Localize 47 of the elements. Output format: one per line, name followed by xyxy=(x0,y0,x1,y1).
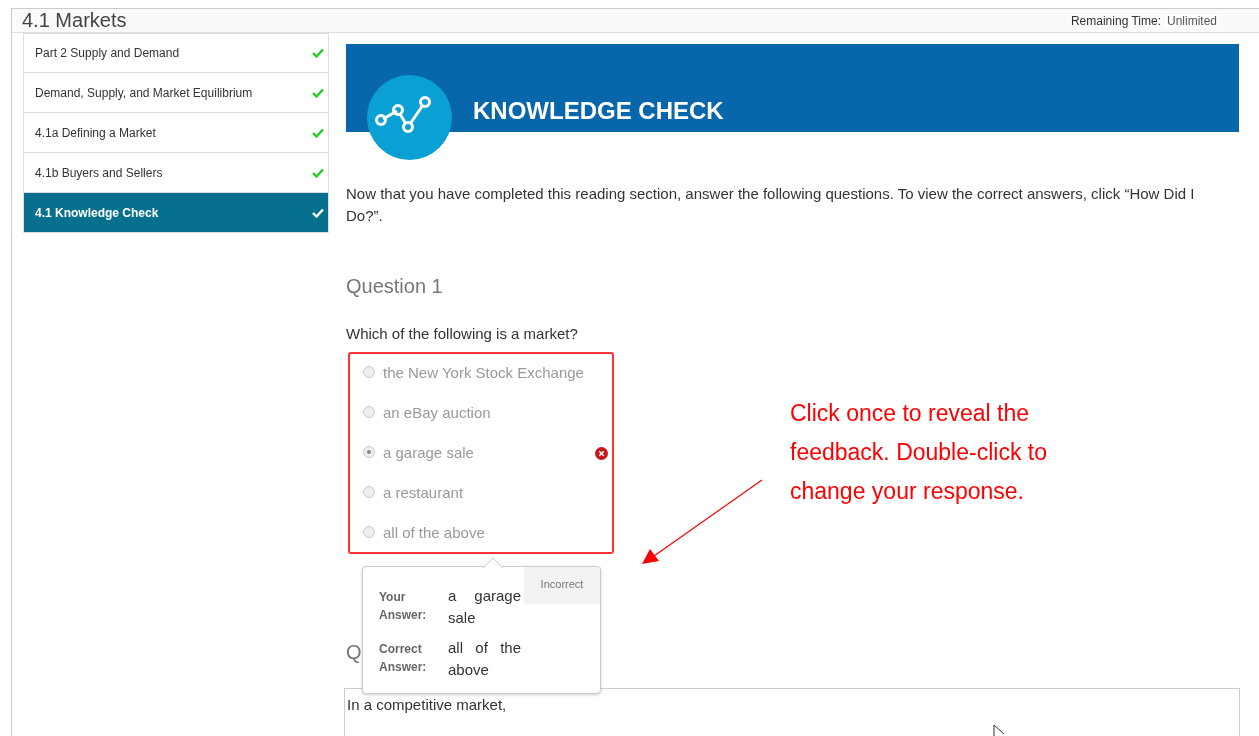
answer-option[interactable]: the New York Stock Exchange xyxy=(350,352,612,392)
page-title: 4.1 Markets xyxy=(22,9,127,32)
answer-option[interactable]: all of the above xyxy=(350,512,612,552)
remaining-time-label: Remaining Time: xyxy=(1070,13,1161,28)
sidebar-item[interactable]: Part 2 Supply and Demand xyxy=(23,33,329,73)
question-text: In a competitive market, xyxy=(347,695,508,715)
line-graph-icon xyxy=(367,75,452,160)
checkmark-icon xyxy=(312,127,324,138)
answer-option[interactable]: an eBay auction xyxy=(350,392,612,432)
question-heading: Question 1 xyxy=(346,274,443,298)
radio-button[interactable] xyxy=(363,486,375,498)
option-label: a restaurant xyxy=(383,483,464,501)
feedback-label: Correct Answer: xyxy=(379,641,428,676)
intro-text: Now that you have completed this reading section, answer the following questions. To view the correct answers, click “How Did I Do?”. xyxy=(346,184,1196,226)
sidebar-item-label: Part 2 Supply and Demand xyxy=(35,46,180,60)
cursor-icon xyxy=(993,724,1005,736)
banner-title: KNOWLEDGE CHECK xyxy=(473,96,724,126)
sidebar-item[interactable]: 4.1 Knowledge Check xyxy=(23,193,329,233)
annotation-text: Click once to reveal the feedback. Double-click to change your response. xyxy=(790,399,1048,506)
sidebar-item-label: 4.1a Defining a Market xyxy=(35,125,156,140)
option-label: a garage sale xyxy=(383,443,474,461)
feedback-value: all of the above xyxy=(448,638,521,680)
checkmark-icon xyxy=(312,207,324,218)
radio-button[interactable] xyxy=(363,406,375,418)
sidebar-item-label: Demand, Supply, and Market Equilibrium xyxy=(35,85,253,100)
sidebar-item[interactable]: 4.1b Buyers and Sellers xyxy=(23,153,329,193)
option-label: an eBay auction xyxy=(383,403,491,421)
option-label: the New York Stock Exchange xyxy=(383,363,584,381)
remaining-time-value: Unlimited xyxy=(1165,13,1219,28)
checkmark-icon xyxy=(312,48,324,58)
sidebar-item-label: 4.1 Knowledge Check xyxy=(35,205,159,220)
feedback-value: a garage sale xyxy=(448,586,521,628)
question-text: Which of the following is a market? xyxy=(346,324,579,344)
option-label: all of the above xyxy=(383,523,485,541)
sidebar-item[interactable]: Demand, Supply, and Market Equilibrium xyxy=(23,73,329,113)
radio-button[interactable] xyxy=(363,366,375,378)
feedback-label: Your Answer: xyxy=(379,589,428,624)
radio-button[interactable] xyxy=(363,446,375,458)
sidebar-item-label: 4.1b Buyers and Sellers xyxy=(35,165,163,180)
checkmark-icon xyxy=(312,87,324,98)
status-label: Incorrect xyxy=(524,567,600,604)
radio-button[interactable] xyxy=(363,526,375,538)
answer-option[interactable]: a restaurant xyxy=(350,472,612,512)
sidebar-item[interactable]: 4.1a Defining a Market xyxy=(23,113,329,153)
answer-option[interactable]: a garage sale xyxy=(350,432,612,472)
checkmark-icon xyxy=(312,167,324,178)
question-heading: Q xyxy=(346,640,362,664)
